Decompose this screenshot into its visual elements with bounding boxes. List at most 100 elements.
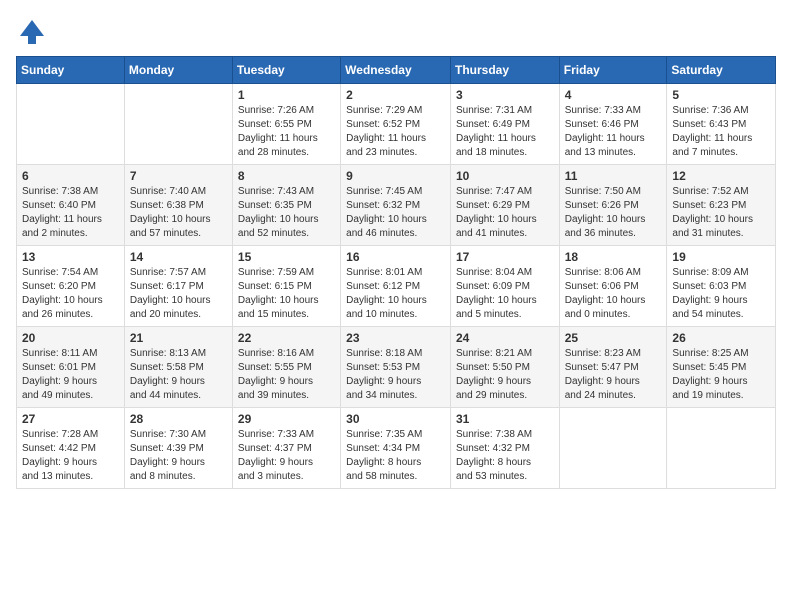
calendar-cell: 13Sunrise: 7:54 AM Sunset: 6:20 PM Dayli… [17, 246, 125, 327]
calendar-cell [17, 84, 125, 165]
day-number: 5 [672, 88, 770, 102]
day-number: 27 [22, 412, 119, 426]
calendar-cell [667, 408, 776, 489]
calendar-cell: 16 Sunrise: 8:01 AM Sunset: 6:12 PM Dayli… [341, 246, 451, 327]
calendar-cell: 23 Sunrise: 8:18 AM Sunset: 5:53 PM Dayli… [341, 327, 451, 408]
day-number: 26 [672, 331, 770, 345]
day-of-week-header: Monday [124, 57, 232, 84]
calendar-cell: 27Sunrise: 7:28 AM Sunset: 4:42 PM Dayli… [17, 408, 125, 489]
day-info: Sunrise: 7:40 AM Sunset: 6:38 PM Dayligh… [130, 185, 227, 241]
logo-icon [16, 16, 48, 48]
day-info: Sunrise: 8:09 AM Sunset: 6:03 PM Dayligh… [672, 266, 770, 322]
calendar-cell: 6 Sunrise: 7:38 AM Sunset: 6:40 PM Daylig… [17, 165, 125, 246]
day-info: Sunrise: 8:04 AM Sunset: 6:09 PM Dayligh… [456, 266, 554, 322]
day-number: 15 [238, 250, 335, 264]
day-info: Sunrise: 8:01 AM Sunset: 6:12 PM Dayligh… [346, 266, 445, 322]
day-number: 24 [456, 331, 554, 345]
day-info: Sunrise: 7:45 AM Sunset: 6:32 PM Dayligh… [346, 185, 445, 241]
day-number: 31 [456, 412, 554, 426]
calendar-cell: 24 Sunrise: 8:21 AM Sunset: 5:50 PM Dayli… [450, 327, 559, 408]
calendar-cell: 31 Sunrise: 7:38 AM Sunset: 4:32 PM Dayli… [450, 408, 559, 489]
day-info: Sunrise: 7:52 AM Sunset: 6:23 PM Dayligh… [672, 185, 770, 241]
day-info: Sunrise: 7:33 AM Sunset: 4:37 PM Dayligh… [238, 428, 335, 484]
calendar-cell: 2 Sunrise: 7:29 AM Sunset: 6:52 PM Daylig… [341, 84, 451, 165]
calendar-cell: 17 Sunrise: 8:04 AM Sunset: 6:09 PM Dayli… [450, 246, 559, 327]
calendar-cell: 10Sunrise: 7:47 AM Sunset: 6:29 PM Dayli… [450, 165, 559, 246]
day-of-week-header: Sunday [17, 57, 125, 84]
day-info: Sunrise: 8:21 AM Sunset: 5:50 PM Dayligh… [456, 347, 554, 403]
day-number: 10 [456, 169, 554, 183]
day-info: Sunrise: 7:50 AM Sunset: 6:26 PM Dayligh… [565, 185, 662, 241]
logo [16, 16, 50, 48]
day-of-week-header: Thursday [450, 57, 559, 84]
day-info: Sunrise: 7:36 AM Sunset: 6:43 PM Dayligh… [672, 104, 770, 160]
day-number: 11 [565, 169, 662, 183]
day-number: 29 [238, 412, 335, 426]
day-number: 23 [346, 331, 445, 345]
calendar-cell [559, 408, 667, 489]
day-info: Sunrise: 7:43 AM Sunset: 6:35 PM Dayligh… [238, 185, 335, 241]
calendar-cell: 20Sunrise: 8:11 AM Sunset: 6:01 PM Dayli… [17, 327, 125, 408]
day-number: 6 [22, 169, 119, 183]
day-number: 8 [238, 169, 335, 183]
day-info: Sunrise: 7:38 AM Sunset: 4:32 PM Dayligh… [456, 428, 554, 484]
day-number: 19 [672, 250, 770, 264]
calendar-week-row: 20Sunrise: 8:11 AM Sunset: 6:01 PM Dayli… [17, 327, 776, 408]
day-number: 12 [672, 169, 770, 183]
day-info: Sunrise: 7:26 AM Sunset: 6:55 PM Dayligh… [238, 104, 335, 160]
day-number: 3 [456, 88, 554, 102]
calendar-cell: 11 Sunrise: 7:50 AM Sunset: 6:26 PM Dayli… [559, 165, 667, 246]
day-number: 4 [565, 88, 662, 102]
page-header [16, 16, 776, 48]
calendar-cell: 29 Sunrise: 7:33 AM Sunset: 4:37 PM Dayli… [232, 408, 340, 489]
day-info: Sunrise: 7:59 AM Sunset: 6:15 PM Dayligh… [238, 266, 335, 322]
day-number: 18 [565, 250, 662, 264]
calendar-cell: 25 Sunrise: 8:23 AM Sunset: 5:47 PM Dayli… [559, 327, 667, 408]
calendar-cell: 15 Sunrise: 7:59 AM Sunset: 6:15 PM Dayli… [232, 246, 340, 327]
day-info: Sunrise: 8:18 AM Sunset: 5:53 PM Dayligh… [346, 347, 445, 403]
calendar-cell [124, 84, 232, 165]
calendar-cell: 30 Sunrise: 7:35 AM Sunset: 4:34 PM Dayli… [341, 408, 451, 489]
day-number: 14 [130, 250, 227, 264]
day-info: Sunrise: 7:57 AM Sunset: 6:17 PM Dayligh… [130, 266, 227, 322]
calendar-cell: 18 Sunrise: 8:06 AM Sunset: 6:06 PM Dayli… [559, 246, 667, 327]
day-info: Sunrise: 7:38 AM Sunset: 6:40 PM Dayligh… [22, 185, 119, 241]
day-info: Sunrise: 7:35 AM Sunset: 4:34 PM Dayligh… [346, 428, 445, 484]
calendar-week-row: 27Sunrise: 7:28 AM Sunset: 4:42 PM Dayli… [17, 408, 776, 489]
day-info: Sunrise: 8:13 AM Sunset: 5:58 PM Dayligh… [130, 347, 227, 403]
day-number: 9 [346, 169, 445, 183]
day-info: Sunrise: 8:16 AM Sunset: 5:55 PM Dayligh… [238, 347, 335, 403]
day-of-week-header: Saturday [667, 57, 776, 84]
calendar-cell: 28Sunrise: 7:30 AM Sunset: 4:39 PM Dayli… [124, 408, 232, 489]
calendar-cell: 26 Sunrise: 8:25 AM Sunset: 5:45 PM Dayli… [667, 327, 776, 408]
day-number: 28 [130, 412, 227, 426]
day-number: 17 [456, 250, 554, 264]
day-number: 1 [238, 88, 335, 102]
day-info: Sunrise: 8:23 AM Sunset: 5:47 PM Dayligh… [565, 347, 662, 403]
day-info: Sunrise: 7:31 AM Sunset: 6:49 PM Dayligh… [456, 104, 554, 160]
calendar-week-row: 13Sunrise: 7:54 AM Sunset: 6:20 PM Dayli… [17, 246, 776, 327]
calendar-cell: 4 Sunrise: 7:33 AM Sunset: 6:46 PM Daylig… [559, 84, 667, 165]
day-info: Sunrise: 7:29 AM Sunset: 6:52 PM Dayligh… [346, 104, 445, 160]
calendar-header-row: SundayMondayTuesdayWednesdayThursdayFrid… [17, 57, 776, 84]
day-number: 2 [346, 88, 445, 102]
calendar-cell: 12 Sunrise: 7:52 AM Sunset: 6:23 PM Dayli… [667, 165, 776, 246]
day-number: 30 [346, 412, 445, 426]
day-info: Sunrise: 7:33 AM Sunset: 6:46 PM Dayligh… [565, 104, 662, 160]
day-info: Sunrise: 8:06 AM Sunset: 6:06 PM Dayligh… [565, 266, 662, 322]
day-number: 21 [130, 331, 227, 345]
day-number: 13 [22, 250, 119, 264]
calendar-cell: 21 Sunrise: 8:13 AM Sunset: 5:58 PM Dayli… [124, 327, 232, 408]
day-number: 25 [565, 331, 662, 345]
day-info: Sunrise: 8:11 AM Sunset: 6:01 PM Dayligh… [22, 347, 119, 403]
calendar-cell: 8 Sunrise: 7:43 AM Sunset: 6:35 PM Daylig… [232, 165, 340, 246]
day-number: 7 [130, 169, 227, 183]
day-info: Sunrise: 8:25 AM Sunset: 5:45 PM Dayligh… [672, 347, 770, 403]
day-number: 16 [346, 250, 445, 264]
calendar-table: SundayMondayTuesdayWednesdayThursdayFrid… [16, 56, 776, 489]
calendar-cell: 1 Sunrise: 7:26 AM Sunset: 6:55 PM Daylig… [232, 84, 340, 165]
day-of-week-header: Tuesday [232, 57, 340, 84]
calendar-cell: 9 Sunrise: 7:45 AM Sunset: 6:32 PM Daylig… [341, 165, 451, 246]
calendar-week-row: 6 Sunrise: 7:38 AM Sunset: 6:40 PM Daylig… [17, 165, 776, 246]
calendar-cell: 3 Sunrise: 7:31 AM Sunset: 6:49 PM Daylig… [450, 84, 559, 165]
